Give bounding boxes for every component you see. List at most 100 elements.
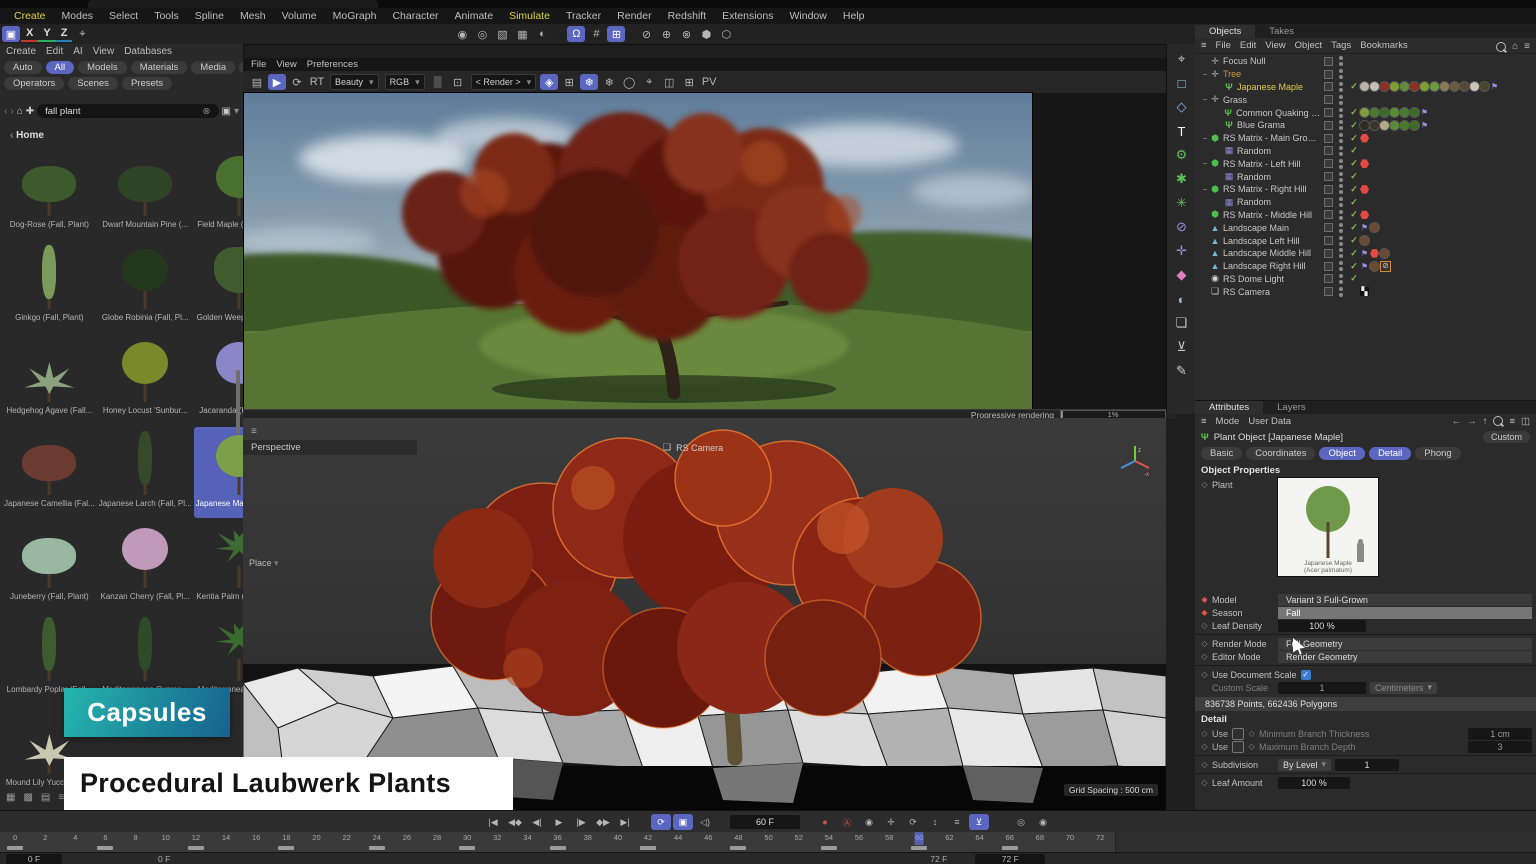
layer-toggle[interactable] (1324, 198, 1333, 207)
search-icon[interactable] (1493, 416, 1503, 426)
record-scale-button[interactable]: ↕ (925, 814, 945, 830)
object-row[interactable]: − RS Matrix - Main Ground ✓ (1195, 132, 1536, 145)
tag-chip[interactable] (1460, 82, 1469, 91)
filter-tab[interactable]: Operators (4, 77, 64, 90)
asset-tile[interactable]: Globe Robinia (Fall, Pl... (97, 241, 194, 332)
menu-item[interactable]: Animate (447, 8, 502, 24)
menu-item[interactable]: Simulate (501, 8, 558, 24)
bucket-grid-icon[interactable]: ⊞ (560, 74, 578, 90)
layer-toggle[interactable] (1324, 134, 1333, 143)
tag-chip[interactable] (1400, 108, 1409, 117)
tag-chip[interactable] (1400, 82, 1409, 91)
enabled-check[interactable]: ✓ (1348, 184, 1360, 195)
asset-menu-item[interactable]: View (93, 46, 115, 57)
timeline-frame[interactable]: 12 (181, 832, 211, 852)
enabled-check[interactable]: ✓ (1348, 81, 1360, 92)
region-icon[interactable]: ◯ (620, 74, 638, 90)
object-row[interactable]: − Random ✓ (1195, 196, 1536, 209)
timeline-frame[interactable]: 68 (1025, 832, 1055, 852)
range-end-marker[interactable]: 72 F (930, 854, 947, 864)
filter-icon[interactable]: ≡ (1509, 416, 1515, 427)
enabled-check[interactable]: ✓ (1348, 133, 1360, 144)
quantize-icon[interactable]: # (587, 26, 605, 42)
filter-tab[interactable]: Materials (131, 61, 188, 74)
list-view-icon[interactable]: ▤ (41, 792, 50, 803)
timeline-frame[interactable]: 14 (211, 832, 241, 852)
filter-tab[interactable]: Scenes (68, 77, 118, 90)
object-row[interactable]: − Common Quaking Grass ✓ ⚑ (1195, 106, 1536, 119)
menu-item[interactable]: Render (609, 8, 659, 24)
timeline-frame[interactable]: 4 (60, 832, 90, 852)
lock-icon[interactable]: ◫ (1521, 416, 1530, 427)
tag-chip[interactable] (1360, 82, 1369, 91)
layer-toggle[interactable] (1324, 262, 1333, 271)
menu-item[interactable]: Window (782, 8, 835, 24)
enabled-check[interactable]: ✓ (1348, 120, 1360, 131)
renderview-canvas[interactable] (243, 93, 1166, 409)
effector-icon[interactable]: ✳ (1171, 192, 1193, 214)
layer-toggle[interactable] (1324, 121, 1333, 130)
make-editable-icon[interactable]: ◉ (453, 26, 471, 42)
axis-lock-button[interactable]: Y (38, 26, 55, 42)
object-row[interactable]: − Tree ✓ (1195, 68, 1536, 81)
workplane-b-icon[interactable]: ⬡ (717, 26, 735, 42)
tag-chip[interactable] (1360, 121, 1369, 130)
viewport-solo-icon[interactable]: ◐ (533, 26, 551, 42)
panel-tab[interactable]: Objects (1195, 25, 1255, 38)
timeline-frame[interactable]: 50 (754, 832, 784, 852)
layer-toggle[interactable] (1324, 95, 1333, 104)
clear-search-icon[interactable]: ⊗ (203, 106, 211, 117)
use-checkbox[interactable] (1232, 728, 1244, 740)
stage-icon[interactable]: ⊻ (1171, 336, 1193, 358)
detail-value[interactable]: 1 cm (1468, 728, 1532, 740)
search-input[interactable]: fall plant⊗ (37, 104, 218, 118)
mode-menu[interactable]: Mode (1216, 416, 1240, 427)
enabled-check[interactable]: ✓ (1348, 158, 1360, 169)
save-image-icon[interactable]: ▤ (248, 74, 266, 90)
timeline-frame[interactable]: 22 (332, 832, 362, 852)
tag-chip[interactable] (1410, 108, 1419, 117)
render-select-dropdown[interactable]: < Render >▾ (471, 74, 537, 90)
visibility-toggles[interactable] (1337, 133, 1345, 143)
camera-tool-icon[interactable]: ❏ (1171, 312, 1193, 334)
timeline-frame[interactable]: 56 (844, 832, 874, 852)
visibility-toggles[interactable] (1337, 236, 1345, 246)
use-checkbox[interactable] (1232, 741, 1244, 753)
asset-tile[interactable]: Hedgehog Agave (Fall... (2, 334, 97, 425)
crop-icon[interactable]: ⊡ (449, 74, 467, 90)
visibility-toggles[interactable] (1337, 248, 1345, 258)
timeline-frame[interactable]: 26 (392, 832, 422, 852)
renderview-menu-item[interactable]: File (251, 59, 266, 71)
dither-icon[interactable]: ▒ (429, 74, 447, 90)
environment-icon[interactable]: ◐ (1171, 288, 1193, 310)
timeline-frame[interactable]: 44 (663, 832, 693, 852)
primitive-cube-icon[interactable]: ◇ (1171, 96, 1193, 118)
subdivision-surface-icon[interactable]: ⚙ (1171, 144, 1193, 166)
pv-icon[interactable]: PV (700, 74, 718, 90)
tag-chip[interactable] (1370, 262, 1379, 271)
back-icon[interactable]: ‹ (4, 106, 7, 117)
asset-tile[interactable]: Dog-Rose (Fall, Plant) (2, 148, 97, 239)
timeline-frame[interactable]: 16 (241, 832, 271, 852)
tag-chip[interactable]: ⊘ (1380, 261, 1391, 272)
enabled-check[interactable]: ✓ (1348, 145, 1360, 156)
renderview-menu-item[interactable]: Preferences (307, 59, 358, 71)
home-icon[interactable]: ⌂ (1512, 41, 1518, 52)
menu-item[interactable]: Redshift (660, 8, 715, 24)
tag-chip[interactable] (1360, 134, 1369, 143)
tag-chip[interactable] (1450, 82, 1459, 91)
menu-item[interactable]: Volume (274, 8, 325, 24)
render-toggle-icon[interactable]: ◉ (1033, 814, 1053, 830)
layer-toggle[interactable] (1324, 146, 1333, 155)
timeline-frame[interactable]: 8 (121, 832, 151, 852)
tag-chip[interactable] (1370, 223, 1379, 232)
viewport-label[interactable]: Perspective (243, 440, 417, 455)
texture-mode-icon[interactable]: ▧ (493, 26, 511, 42)
asset-menu-item[interactable]: AI (73, 46, 82, 57)
tag-chip[interactable] (1370, 249, 1379, 258)
sound-button[interactable]: ◁) (695, 814, 715, 830)
visibility-toggles[interactable] (1337, 108, 1345, 118)
axis-lock-button[interactable]: Z (56, 26, 73, 42)
tag-chip[interactable] (1430, 82, 1439, 91)
tag-chip[interactable] (1470, 82, 1479, 91)
